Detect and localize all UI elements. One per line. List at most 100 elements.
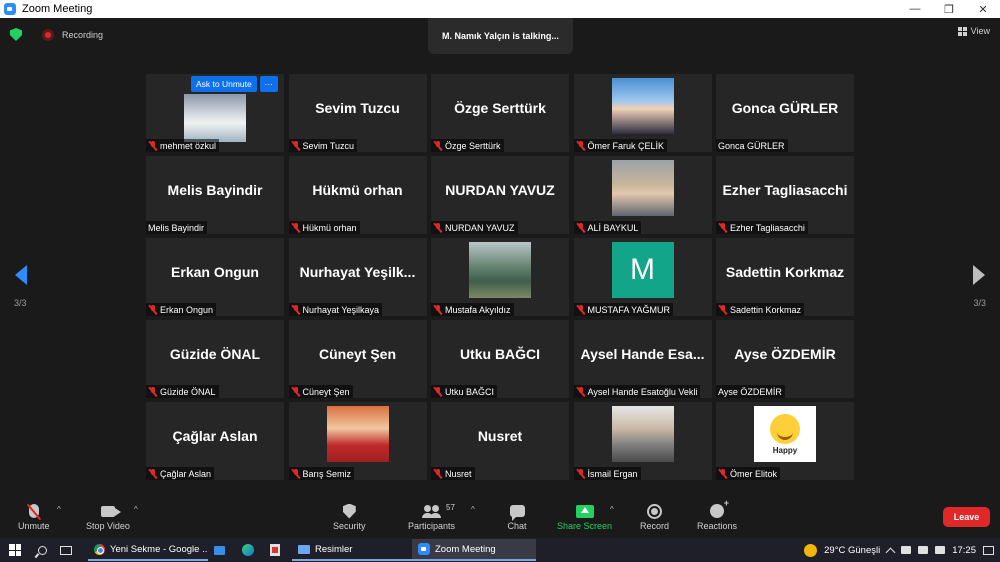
close-window-button[interactable]: ✕: [966, 0, 1000, 18]
reactions-button[interactable]: Reactions: [697, 498, 737, 531]
view-button[interactable]: View: [957, 26, 990, 36]
participant-name: Aysel Hande Esatoğlu Vekli: [587, 386, 698, 397]
muted-mic-icon: [433, 468, 442, 479]
minimize-button[interactable]: —: [898, 0, 932, 18]
battery-icon[interactable]: [901, 546, 912, 554]
participants-count: 57: [446, 503, 455, 512]
show-hidden-icons-icon[interactable]: [885, 547, 896, 557]
network-icon[interactable]: [918, 546, 929, 554]
participant-name: Ömer Faruk ÇELİK: [587, 140, 665, 151]
participant-tile[interactable]: M MUSTAFA YAĞMUR: [573, 238, 712, 316]
participant-tile[interactable]: Ayse ÖZDEMİR Ayse ÖZDEMİR: [716, 320, 854, 398]
participant-tile[interactable]: Ezher Tagliasacchi Ezher Tagliasacchi: [716, 156, 854, 234]
video-options-caret[interactable]: ^: [134, 505, 138, 514]
stop-video-label: Stop Video: [86, 521, 130, 531]
muted-mic-icon: [576, 304, 585, 315]
share-screen-button[interactable]: Share Screen: [557, 501, 612, 531]
participant-tile[interactable]: Utku BAĞCI Utku BAĞCI: [431, 320, 569, 398]
participant-name-label: Erkan Ongun: [146, 303, 217, 316]
chat-button[interactable]: Chat: [505, 501, 529, 531]
microphone-muted-icon: [28, 504, 39, 518]
participant-tile[interactable]: Nurhayat Yeşilk... Nurhayat Yeşilkaya: [288, 238, 427, 316]
participant-tile[interactable]: Barış Semiz: [288, 402, 427, 480]
participant-name-label: Barış Semiz: [288, 467, 355, 480]
participant-name: NURDAN YAVUZ: [445, 222, 515, 233]
stop-video-button[interactable]: Stop Video: [86, 501, 130, 531]
participant-name: Hükmü orhan: [302, 222, 357, 233]
participant-tile[interactable]: Erkan Ongun Erkan Ongun: [146, 238, 284, 316]
participant-tile[interactable]: Sevim Tuzcu Sevim Tuzcu: [288, 74, 427, 152]
participant-tile[interactable]: Hükmü orhan Hükmü orhan: [288, 156, 427, 234]
muted-mic-icon: [718, 468, 727, 479]
more-options-button[interactable]: ···: [259, 76, 278, 92]
participant-name-label: ALİ BAYKUL: [573, 221, 642, 234]
leave-button[interactable]: Leave: [943, 507, 990, 527]
participant-tile[interactable]: Happy Ömer Elitok: [716, 402, 854, 480]
chat-bubble-icon: [509, 505, 525, 521]
participant-name: Gonca GÜRLER: [718, 140, 785, 151]
participant-name: Mustafa Akyıldız: [445, 304, 511, 315]
muted-mic-icon: [718, 304, 727, 315]
ask-to-unmute-button[interactable]: Ask to Unmute: [191, 76, 257, 92]
participant-tile[interactable]: Özge Serttürk Özge Serttürk: [431, 74, 569, 152]
participant-tile[interactable]: Ask to Unmute ··· mehmet özkul: [146, 74, 284, 152]
volume-icon[interactable]: [935, 546, 946, 554]
participant-video: [611, 406, 674, 462]
participant-name-label: Mustafa Akyıldız: [431, 303, 514, 316]
taskbar-app-resimler[interactable]: Resimler: [292, 539, 412, 561]
weather-text[interactable]: 29°C Güneşli: [824, 545, 880, 556]
participant-name-label: Ayse ÖZDEMİR: [716, 385, 785, 398]
happy-text: Happy: [772, 445, 798, 455]
participant-tile[interactable]: Cüneyt Şen Cüneyt Şen: [288, 320, 427, 398]
taskbar-app-pdf[interactable]: [264, 539, 292, 561]
record-button[interactable]: Record: [640, 501, 669, 531]
participants-options-caret[interactable]: ^: [471, 505, 475, 514]
taskbar-app-zoom[interactable]: Zoom Meeting: [412, 539, 536, 561]
taskbar-app-edge[interactable]: [236, 539, 264, 561]
maximize-button[interactable]: ❐: [932, 0, 966, 18]
smiley-face-icon: [770, 413, 800, 444]
participant-tile[interactable]: Sadettin Korkmaz Sadettin Korkmaz: [716, 238, 854, 316]
participant-tile[interactable]: Güzide ÖNAL Güzide ÖNAL: [146, 320, 284, 398]
muted-mic-icon: [291, 468, 300, 479]
participants-icon: [421, 504, 442, 518]
weather-sun-icon[interactable]: [804, 543, 818, 557]
record-icon: [647, 503, 662, 519]
participant-tile[interactable]: Ömer Faruk ÇELİK: [573, 74, 712, 152]
previous-page-arrow-icon[interactable]: [15, 265, 27, 285]
participant-tile[interactable]: Melis Bayindir Melis Bayindir: [146, 156, 284, 234]
participant-video: M: [611, 242, 674, 298]
participant-display-name: Erkan Ongun: [171, 264, 259, 280]
participant-tile[interactable]: Mustafa Akyıldız: [431, 238, 569, 316]
participant-name-label: Utku BAĞCI: [431, 385, 498, 398]
next-page-arrow-icon[interactable]: [973, 265, 985, 285]
notifications-icon[interactable]: [983, 545, 994, 555]
participant-tile[interactable]: ALİ BAYKUL: [573, 156, 712, 234]
participant-name-label: Sadettin Korkmaz: [716, 303, 805, 316]
participant-name-label: Nurhayat Yeşilkaya: [288, 303, 383, 316]
participant-tile[interactable]: NURDAN YAVUZ NURDAN YAVUZ: [431, 156, 569, 234]
participant-name: Güzide ÖNAL: [160, 386, 216, 397]
task-view-button[interactable]: [54, 538, 78, 562]
participant-tile[interactable]: İsmail Ergan: [573, 402, 712, 480]
clock[interactable]: 17:25: [952, 545, 976, 556]
unmute-button[interactable]: Unmute: [18, 501, 50, 531]
start-button[interactable]: [0, 538, 30, 562]
taskbar-app-photos[interactable]: [208, 539, 236, 561]
share-options-caret[interactable]: ^: [610, 505, 614, 514]
participant-tile[interactable]: Aysel Hande Esa... Aysel Hande Esatoğlu V…: [573, 320, 712, 398]
participant-display-name: Güzide ÖNAL: [169, 346, 261, 362]
participant-display-name: Cüneyt Şen: [318, 346, 396, 362]
security-label: Security: [333, 521, 366, 531]
audio-options-caret[interactable]: ^: [57, 505, 61, 514]
security-button[interactable]: Security: [333, 501, 366, 531]
participant-name: ALİ BAYKUL: [587, 222, 639, 233]
participant-tile[interactable]: Gonca GÜRLER Gonca GÜRLER: [716, 74, 854, 152]
active-speaker-banner: M. Namık Yalçın is talking...: [428, 18, 573, 54]
participant-tile[interactable]: Çağlar Aslan Çağlar Aslan: [146, 402, 284, 480]
taskbar-app-chrome[interactable]: Yeni Sekme - Google ...: [88, 539, 208, 561]
search-button[interactable]: [30, 538, 54, 562]
encryption-shield-icon[interactable]: [10, 28, 22, 41]
window-title: Zoom Meeting: [22, 3, 93, 15]
participant-tile[interactable]: Nusret Nusret: [431, 402, 569, 480]
